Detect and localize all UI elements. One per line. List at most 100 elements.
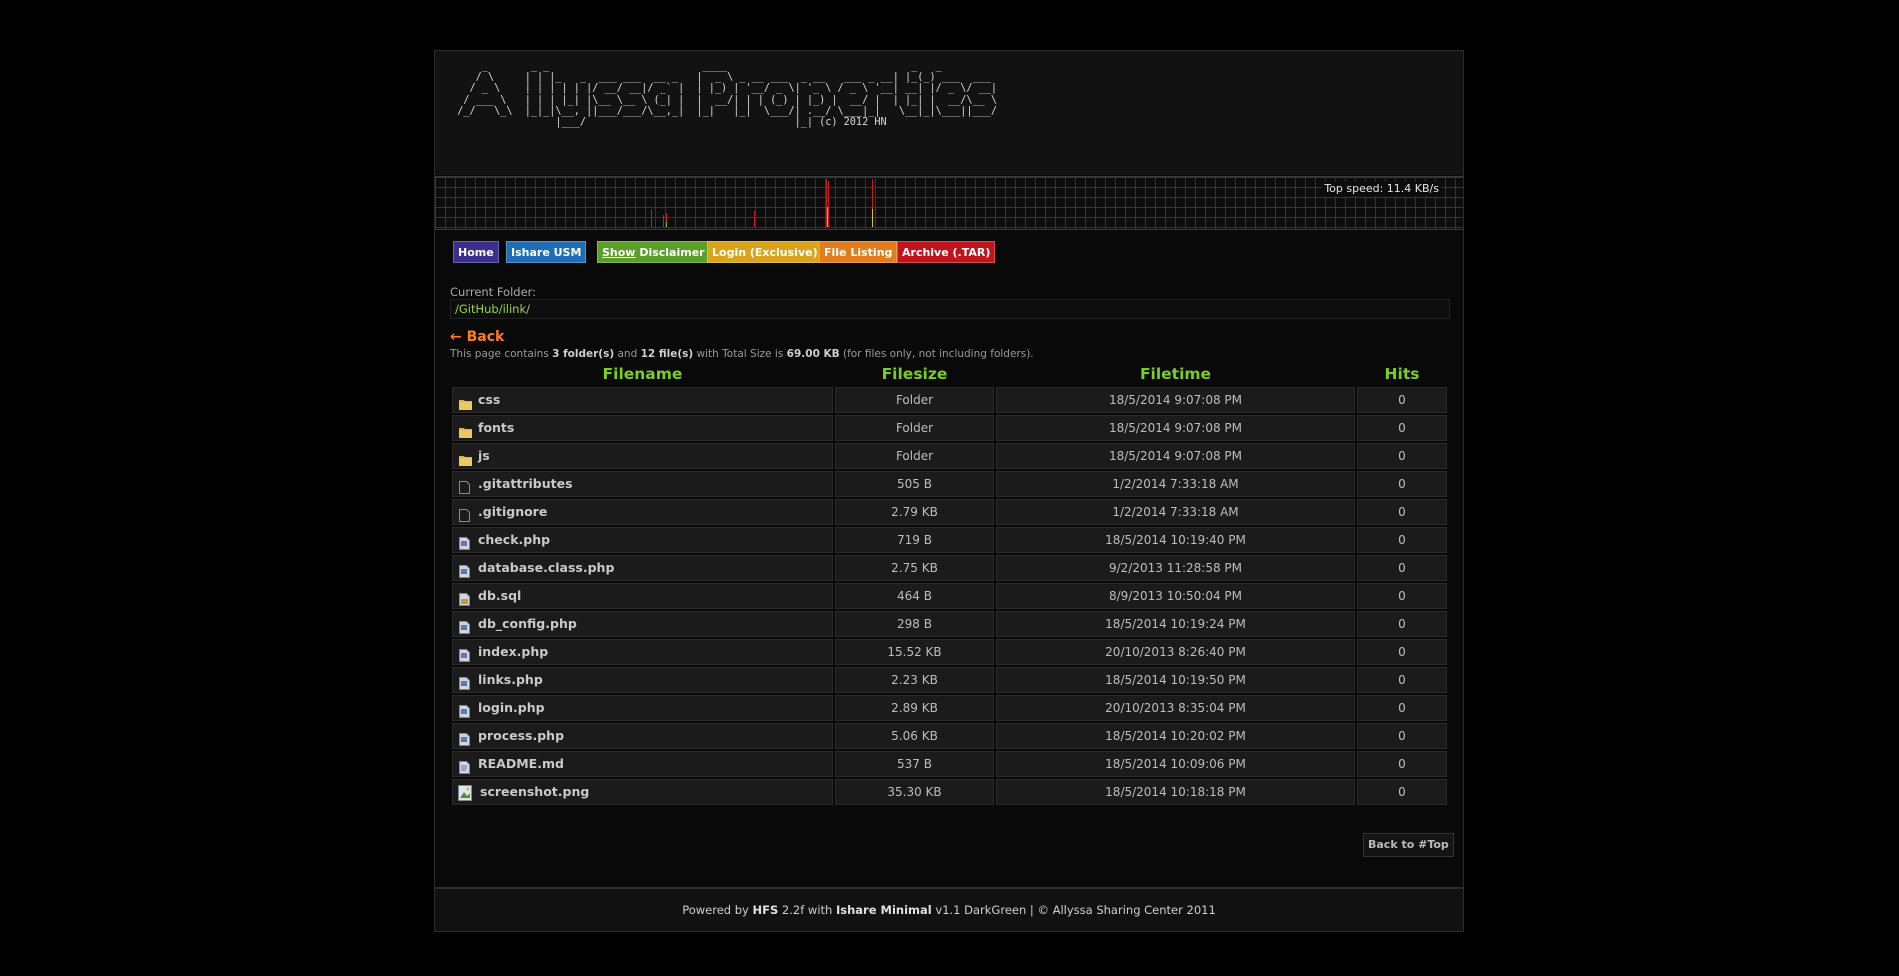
hits-cell: 0: [1357, 779, 1447, 805]
table-row[interactable]: screenshot.png 35.30 KB 18/5/2014 10:18:18…: [452, 779, 1452, 805]
filetime-cell: 18/5/2014 9:07:08 PM: [996, 387, 1355, 413]
filesize-cell: Folder: [835, 387, 994, 413]
filesize-cell: 2.75 KB: [835, 555, 994, 581]
filename-link[interactable]: css: [478, 388, 500, 412]
footer-template-name: Ishare Minimal: [835, 903, 932, 917]
nav-home-label: Home: [458, 246, 494, 259]
filename-cell[interactable]: process.php: [452, 723, 833, 749]
table-row[interactable]: fonts Folder 18/5/2014 9:07:08 PM 0: [452, 415, 1452, 441]
filename-link[interactable]: index.php: [478, 640, 548, 664]
table-row[interactable]: index.php 15.52 KB 20/10/2013 8:26:40 PM 0: [452, 639, 1452, 665]
filesize-cell: 464 B: [835, 583, 994, 609]
filename-link[interactable]: README.md: [478, 752, 564, 776]
filename-cell[interactable]: README.md: [452, 751, 833, 777]
back-to-top-button[interactable]: Back to #Top: [1363, 833, 1454, 857]
top-speed-label: Top speed: 11.4 KB/s: [1322, 181, 1441, 196]
table-row[interactable]: js Folder 18/5/2014 9:07:08 PM 0: [452, 443, 1452, 469]
footer: Powered by HFS 2.2f with Ishare Minimal …: [435, 887, 1463, 931]
filename-link[interactable]: process.php: [478, 724, 564, 748]
table-row[interactable]: database.class.php 2.75 KB 9/2/2013 11:28:…: [452, 555, 1452, 581]
hits-cell: 0: [1357, 639, 1447, 665]
nav-home-button[interactable]: Home: [453, 241, 499, 263]
column-header-hits[interactable]: Hits: [1357, 365, 1447, 383]
filename-cell[interactable]: css: [452, 387, 833, 413]
filename-link[interactable]: fonts: [478, 416, 514, 440]
php-file-icon: [459, 534, 470, 550]
back-link[interactable]: ← Back: [450, 329, 504, 345]
page-container: _ _ _ ____ _ _ / \ | | |_ _ ___ ___ __ _…: [434, 50, 1464, 932]
table-row[interactable]: css Folder 18/5/2014 9:07:08 PM 0: [452, 387, 1452, 413]
nav-ishare-usm-button[interactable]: Ishare USM: [506, 241, 587, 263]
footer-copyright: v1.1 DarkGreen | © Allyssa Sharing Cente…: [931, 903, 1216, 917]
table-row[interactable]: links.php 2.23 KB 18/5/2014 10:19:50 PM 0: [452, 667, 1452, 693]
hits-cell: 0: [1357, 667, 1447, 693]
summary-total-size: 69.00 KB: [786, 348, 840, 360]
filetime-cell: 18/5/2014 10:18:18 PM: [996, 779, 1355, 805]
column-header-filesize[interactable]: Filesize: [835, 365, 994, 383]
filesize-cell: 2.89 KB: [835, 695, 994, 721]
filename-link[interactable]: .gitignore: [478, 500, 547, 524]
filename-cell[interactable]: fonts: [452, 415, 833, 441]
filesize-cell: Folder: [835, 443, 994, 469]
filename-cell[interactable]: index.php: [452, 639, 833, 665]
filename-cell[interactable]: db_config.php: [452, 611, 833, 637]
bandwidth-graph: Top speed: 11.4 KB/s: [435, 176, 1463, 230]
filetime-cell: 18/5/2014 10:19:40 PM: [996, 527, 1355, 553]
filename-link[interactable]: db_config.php: [478, 612, 577, 636]
filename-link[interactable]: links.php: [478, 668, 543, 692]
filename-cell[interactable]: check.php: [452, 527, 833, 553]
filetime-cell: 9/2/2013 11:28:58 PM: [996, 555, 1355, 581]
table-row[interactable]: db.sql 464 B 8/9/2013 10:50:04 PM 0: [452, 583, 1452, 609]
filetime-cell: 20/10/2013 8:35:04 PM: [996, 695, 1355, 721]
footer-hfs: HFS: [752, 903, 779, 917]
table-row[interactable]: README.md 537 B 18/5/2014 10:09:06 PM 0: [452, 751, 1452, 777]
filename-cell[interactable]: screenshot.png: [452, 779, 833, 805]
nav-file-listing-button[interactable]: File Listing: [819, 241, 898, 263]
table-row[interactable]: check.php 719 B 18/5/2014 10:19:40 PM 0: [452, 527, 1452, 553]
filesize-cell: 5.06 KB: [835, 723, 994, 749]
column-header-filetime[interactable]: Filetime: [996, 365, 1355, 383]
nav-disclaimer-label: Disclaimer: [635, 246, 705, 259]
filename-cell[interactable]: db.sql: [452, 583, 833, 609]
folder-icon: [459, 422, 472, 438]
filename-cell[interactable]: database.class.php: [452, 555, 833, 581]
filename-link[interactable]: login.php: [478, 696, 545, 720]
filename-cell[interactable]: js: [452, 443, 833, 469]
hits-cell: 0: [1357, 387, 1447, 413]
table-row[interactable]: process.php 5.06 KB 18/5/2014 10:20:02 PM 0: [452, 723, 1452, 749]
table-row[interactable]: db_config.php 298 B 18/5/2014 10:19:24 PM 0: [452, 611, 1452, 637]
summary-suffix: (for files only, not including folders).: [839, 348, 1034, 360]
filename-cell[interactable]: links.php: [452, 667, 833, 693]
table-row[interactable]: .gitignore 2.79 KB 1/2/2014 7:33:18 AM 0: [452, 499, 1452, 525]
text-file-icon: [459, 758, 470, 774]
hits-cell: 0: [1357, 583, 1447, 609]
table-row[interactable]: .gitattributes 505 B 1/2/2014 7:33:18 AM 0: [452, 471, 1452, 497]
ascii-art-logo: _ _ _ ____ _ _ / \ | | |_ _ ___ ___ __ _…: [457, 61, 998, 129]
filetime-cell: 18/5/2014 9:07:08 PM: [996, 443, 1355, 469]
filename-cell[interactable]: .gitattributes: [452, 471, 833, 497]
php-file-icon: [459, 674, 470, 690]
hits-cell: 0: [1357, 443, 1447, 469]
filename-link[interactable]: check.php: [478, 528, 550, 552]
folder-icon: [459, 450, 472, 466]
hits-cell: 0: [1357, 611, 1447, 637]
filename-cell[interactable]: .gitignore: [452, 499, 833, 525]
filetime-cell: 20/10/2013 8:26:40 PM: [996, 639, 1355, 665]
column-header-filename[interactable]: Filename: [452, 365, 833, 383]
filename-link[interactable]: js: [478, 444, 490, 468]
php-file-icon: [459, 646, 470, 662]
current-folder-label: Current Folder:: [450, 285, 537, 299]
filename-cell[interactable]: login.php: [452, 695, 833, 721]
nav-show-disclaimer-button[interactable]: Show Disclaimer: [597, 241, 710, 263]
filename-link[interactable]: database.class.php: [478, 556, 614, 580]
nav-archive-tar-button[interactable]: Archive (.TAR): [897, 241, 996, 263]
current-folder-path[interactable]: /GitHub/ilink/: [455, 302, 530, 316]
nav-login-button[interactable]: Login (Exclusive): [707, 241, 823, 263]
hits-cell: 0: [1357, 751, 1447, 777]
table-row[interactable]: login.php 2.89 KB 20/10/2013 8:35:04 PM 0: [452, 695, 1452, 721]
filename-link[interactable]: db.sql: [478, 584, 521, 608]
bandwidth-graph-bars: [651, 179, 873, 227]
filename-link[interactable]: .gitattributes: [478, 472, 573, 496]
filename-link[interactable]: screenshot.png: [480, 780, 589, 804]
filesize-cell: 505 B: [835, 471, 994, 497]
